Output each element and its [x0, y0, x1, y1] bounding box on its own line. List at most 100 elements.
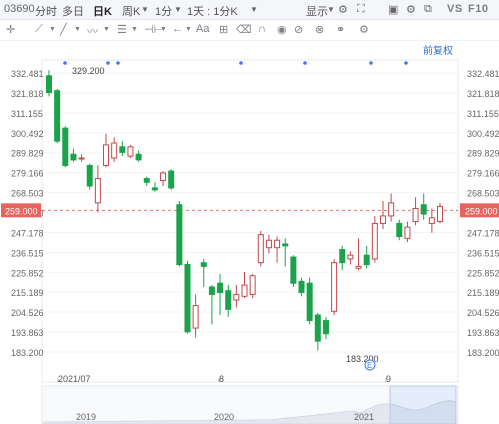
- y-tick-label-right: 321.818: [467, 89, 499, 99]
- eye-icon[interactable]: ◉: [277, 23, 287, 36]
- text-tool[interactable]: Aa: [196, 23, 209, 35]
- hide-icon[interactable]: ⊘: [294, 23, 303, 36]
- compare-icon[interactable]: ⚭: [336, 23, 345, 36]
- candle-body: [54, 90, 61, 142]
- candle-body: [78, 157, 85, 160]
- candle-body: [94, 178, 101, 204]
- gear-icon[interactable]: ⚙: [406, 3, 416, 16]
- chevron-down-icon[interactable]: ▼: [174, 5, 182, 14]
- channel-tool-icon[interactable]: ☰: [117, 23, 127, 36]
- candle-body: [233, 293, 240, 301]
- chevron-down-icon[interactable]: ▼: [327, 5, 335, 14]
- navigator-year-label: 2021: [354, 412, 374, 422]
- chevron-down-icon[interactable]: ▼: [141, 5, 149, 14]
- navigator-year-label: 2019: [76, 412, 96, 422]
- y-tick-label-right: 236.515: [467, 248, 499, 258]
- fullscreen-icon[interactable]: ⛶: [357, 3, 365, 16]
- candle-body: [151, 187, 158, 191]
- candle-body: [363, 254, 370, 266]
- tab-daily-k[interactable]: 日K: [93, 3, 112, 19]
- chevron-down-icon[interactable]: ▼: [49, 26, 56, 33]
- y-tick-label-left: 268.503: [11, 189, 44, 199]
- candle-body: [314, 314, 321, 342]
- stock-symbol[interactable]: 03690: [4, 3, 35, 15]
- candle-body: [331, 262, 338, 312]
- candle-body: [192, 305, 199, 329]
- navigator-year-label: 2020: [214, 412, 234, 422]
- tab-1min[interactable]: 1分: [155, 3, 172, 19]
- candle-body: [249, 275, 256, 295]
- y-tick-label-right: 268.503: [467, 189, 499, 199]
- event-dot: [116, 61, 120, 65]
- y-tick-label-left: 300.492: [11, 129, 44, 139]
- arrow-tool-icon[interactable]: ←: [172, 23, 183, 35]
- x-tick-label: 2021/07: [58, 374, 91, 384]
- event-dot: [404, 61, 408, 65]
- display-menu[interactable]: 显示: [306, 3, 328, 19]
- y-tick-label-left: 332.481: [11, 69, 44, 79]
- candle-body: [119, 146, 126, 153]
- candle-body: [396, 222, 403, 237]
- navigator-selection: [389, 385, 457, 424]
- delete-icon[interactable]: ⊗: [315, 23, 324, 36]
- grid-tool-icon[interactable]: ⊞: [219, 23, 228, 36]
- candle-body: [437, 206, 443, 223]
- candle-body: [143, 178, 150, 183]
- y-tick-label-left: 321.818: [11, 89, 44, 99]
- y-tick-label-left: 311.155: [11, 109, 43, 119]
- candles-layer: 329.200183.200E: [46, 66, 443, 371]
- candle-body: [274, 239, 281, 249]
- ray-tool-icon[interactable]: ╱: [60, 23, 67, 36]
- candle-body: [412, 207, 419, 223]
- camera-icon[interactable]: ▣: [388, 3, 398, 16]
- candle-body: [86, 164, 93, 187]
- y-tick-label-left: 215.189: [11, 288, 44, 298]
- candle-body: [62, 127, 69, 166]
- eraser-icon[interactable]: ⌫: [236, 23, 252, 36]
- candlestick-chart[interactable]: 329.200183.200E 332.481 332.481321.818 321…: [0, 40, 499, 424]
- tab-minute[interactable]: 分时: [35, 3, 57, 19]
- y-tick-label-left: 289.829: [11, 149, 44, 159]
- candle-body: [176, 204, 183, 266]
- current-price-label-left: 259.000: [5, 206, 38, 216]
- candle-body: [379, 215, 386, 224]
- candle-body: [225, 290, 232, 310]
- current-price-label-right: 259.000: [465, 206, 498, 216]
- popout-icon[interactable]: ⧉: [424, 3, 432, 16]
- y-tick-label-right: 300.492: [467, 129, 499, 139]
- tab-weekly-k[interactable]: 周K: [122, 3, 140, 19]
- chevron-down-icon[interactable]: ▼: [74, 26, 81, 33]
- y-tick-label-right: 311.155: [467, 109, 499, 119]
- line-tool-icon[interactable]: ⟋: [35, 23, 43, 36]
- gear-icon[interactable]: ⚙: [338, 3, 348, 16]
- f10-button[interactable]: F10: [468, 3, 488, 15]
- candle-body: [257, 234, 264, 264]
- candle-body: [347, 254, 354, 260]
- y-tick-label-left: 183.200: [11, 348, 44, 358]
- y-tick-label-left: 236.515: [11, 248, 44, 258]
- candle-body: [135, 153, 142, 161]
- candle-body: [339, 249, 346, 264]
- y-tick-label-right: 279.166: [467, 169, 499, 179]
- wave-tool-icon[interactable]: 〰: [87, 23, 98, 39]
- candle-body: [200, 262, 207, 267]
- chevron-down-icon[interactable]: ▼: [131, 26, 138, 33]
- event-dot: [239, 61, 243, 65]
- magnet-icon[interactable]: ∩: [258, 23, 266, 35]
- y-tick-label-left: 204.526: [11, 308, 44, 318]
- vs-button[interactable]: VS: [447, 3, 463, 15]
- crosshair-icon[interactable]: ✛: [6, 23, 15, 36]
- chevron-down-icon[interactable]: ▼: [160, 26, 167, 33]
- chevron-down-icon[interactable]: ▼: [103, 26, 110, 33]
- candle-body: [127, 146, 134, 157]
- chevron-down-icon[interactable]: ▼: [250, 5, 258, 14]
- settings-icon[interactable]: ⚙: [359, 23, 369, 36]
- tab-multi-day[interactable]: 多日: [62, 3, 84, 19]
- candle-body: [184, 264, 191, 333]
- chart-grid: [41, 59, 459, 383]
- y-tick-label-right: 247.178: [467, 228, 499, 238]
- chevron-down-icon[interactable]: ▼: [185, 26, 192, 33]
- y-tick-label-right: 289.829: [467, 149, 499, 159]
- tab-1day-1min[interactable]: 1天 : 1分K: [187, 3, 238, 19]
- candle-body: [404, 226, 411, 239]
